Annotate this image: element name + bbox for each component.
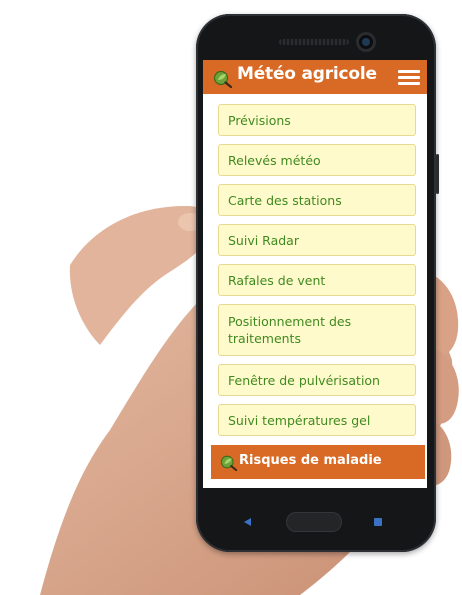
side-button[interactable] (436, 154, 439, 194)
menu-item-suivi-radar[interactable]: Suivi Radar (218, 224, 416, 256)
menu-item-label: Relevés météo (228, 152, 321, 168)
menu-item-releves-meteo[interactable]: Relevés météo (218, 144, 416, 176)
menu-item-label: Rafales de vent (228, 272, 326, 288)
earpiece-speaker (279, 39, 349, 45)
menu-item-previsions[interactable]: Prévisions (218, 104, 416, 136)
menu-item-label: Positionnement des traitements (228, 314, 352, 346)
recent-square-icon[interactable] (374, 518, 382, 526)
leaf-magnifier-icon (220, 455, 238, 471)
menu-item-carte-stations[interactable]: Carte des stations (218, 184, 416, 216)
home-pill-icon[interactable] (286, 512, 342, 532)
menu-item-positionnement-traitements[interactable]: Positionnement des traitements (218, 304, 416, 356)
back-triangle-icon[interactable] (244, 518, 251, 526)
android-nav-bar (196, 502, 436, 542)
menu-item-suivi-temperatures-gel[interactable]: Suivi températures gel (218, 404, 416, 436)
section-label: Risques de maladie (239, 453, 382, 468)
phone-screen: Météo agricole Prévisions Relevés météo … (203, 60, 427, 488)
menu-item-label: Suivi températures gel (228, 412, 371, 428)
front-camera-icon (356, 32, 376, 52)
menu-item-label: Prévisions (228, 112, 291, 128)
main-menu: Prévisions Relevés météo Carte des stati… (203, 60, 427, 488)
menu-item-rafales-vent[interactable]: Rafales de vent (218, 264, 416, 296)
menu-item-label: Fenêtre de pulvérisation (228, 372, 380, 388)
section-risques-maladie[interactable]: Risques de maladie (211, 445, 425, 479)
menu-item-label: Carte des stations (228, 192, 342, 208)
menu-item-fenetre-pulverisation[interactable]: Fenêtre de pulvérisation (218, 364, 416, 396)
menu-item-label: Suivi Radar (228, 232, 299, 248)
